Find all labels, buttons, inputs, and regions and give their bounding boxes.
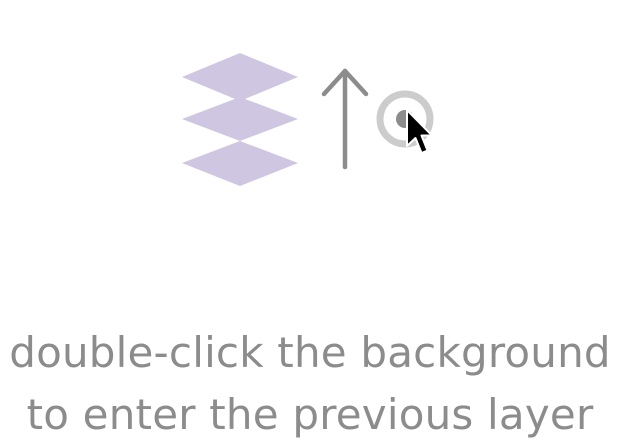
layer-top [182, 53, 298, 101]
hint-line-1: double-click the background [9, 328, 611, 377]
layer-bottom [182, 141, 298, 186]
layer-middle [182, 97, 298, 141]
hint-illustration [0, 0, 620, 230]
arrow-up-icon [321, 68, 369, 170]
layers-icon [182, 53, 298, 186]
hint-line-2: to enter the previous layer [26, 390, 594, 439]
hint-text: double-click the background to enter the… [0, 322, 620, 446]
